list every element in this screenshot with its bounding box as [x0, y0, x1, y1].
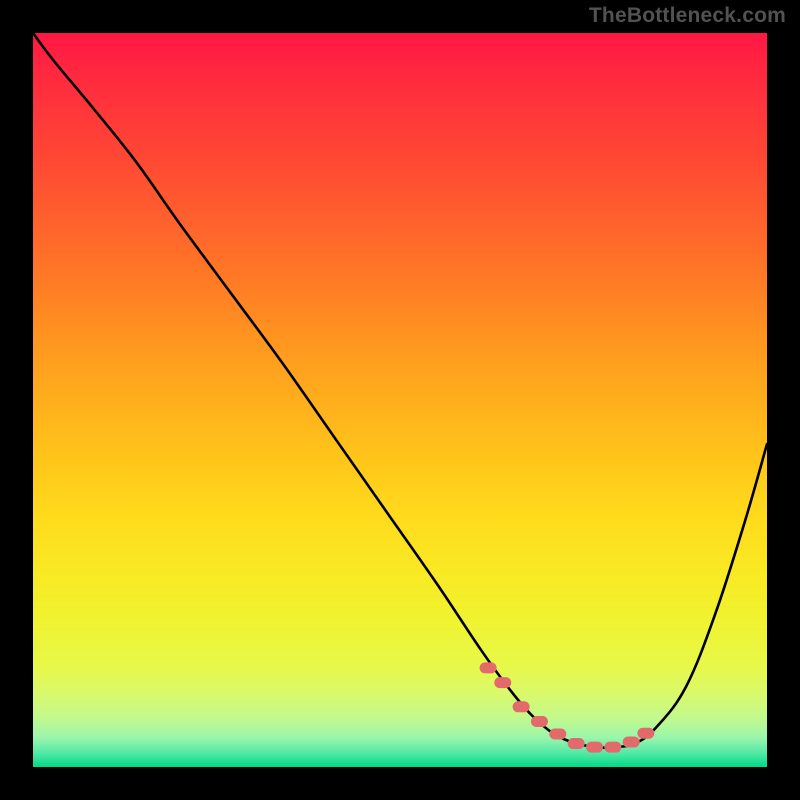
chart-svg — [33, 33, 767, 767]
marker-dot — [623, 737, 640, 748]
bottleneck-curve — [33, 33, 767, 748]
marker-dot — [549, 728, 566, 739]
marker-dot — [513, 701, 530, 712]
marker-dot — [568, 738, 585, 749]
marker-dot — [604, 742, 621, 753]
marker-dot — [494, 677, 511, 688]
marker-dot — [531, 716, 548, 727]
plot-area — [33, 33, 767, 767]
chart-frame: TheBottleneck.com — [0, 0, 800, 800]
marker-dot — [637, 728, 654, 739]
marker-dot — [480, 662, 497, 673]
watermark-text: TheBottleneck.com — [589, 4, 786, 28]
marker-dot — [586, 742, 603, 753]
